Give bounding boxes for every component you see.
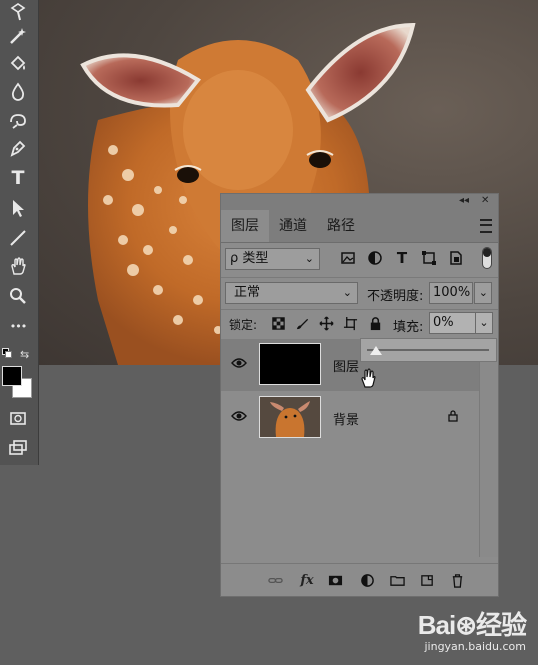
- adjustment-layer-icon[interactable]: [359, 572, 375, 588]
- filter-label: ρ 类型: [230, 251, 269, 266]
- pointer-hand-icon: [361, 368, 376, 388]
- swap-colors-icon[interactable]: ⇆: [20, 348, 29, 361]
- smart-object-filter-icon[interactable]: [447, 249, 465, 267]
- watermark-url: jingyan.baidu.com: [424, 640, 526, 653]
- layer-filter-select[interactable]: ρ 类型 ⌄: [225, 248, 320, 270]
- fill-label: 填充:: [393, 320, 424, 335]
- layers-scrollbar[interactable]: [479, 339, 498, 557]
- line-icon[interactable]: [6, 226, 30, 250]
- layer-name[interactable]: 图层: [333, 356, 359, 375]
- type-icon[interactable]: T: [6, 166, 30, 190]
- layers-panel: ◂◂ ✕ 图层 通道 路径 ρ 类型 ⌄ T 正常 ⌄ 不透明度: 100% ⌄…: [220, 193, 499, 597]
- layer-thumbnail: [259, 343, 321, 385]
- screen-mode-icon[interactable]: [6, 436, 30, 460]
- watermark-brand: Bai⊛经验: [417, 610, 527, 640]
- new-layer-icon[interactable]: [419, 572, 435, 588]
- chevron-down-icon: ⌄: [478, 286, 488, 299]
- new-group-icon[interactable]: [389, 572, 405, 588]
- opacity-dropdown[interactable]: ⌄: [474, 282, 492, 304]
- path-selection-icon[interactable]: [6, 196, 30, 220]
- pen-icon[interactable]: [6, 136, 30, 160]
- chevron-down-icon: ⌄: [342, 286, 352, 299]
- visibility-eye-icon[interactable]: [231, 410, 247, 422]
- fill-slider-knob[interactable]: [370, 346, 382, 355]
- fill-dropdown[interactable]: ⌄: [475, 312, 493, 334]
- fill-slider-track[interactable]: [367, 349, 489, 351]
- tab-layers[interactable]: 图层: [221, 210, 269, 242]
- link-layers-icon[interactable]: [267, 572, 283, 588]
- quick-mask-icon[interactable]: [6, 406, 30, 430]
- panel-tabs: 图层 通道 路径: [221, 210, 498, 243]
- lock-artboard-icon[interactable]: [342, 315, 358, 331]
- fill-slider-popup[interactable]: [360, 338, 497, 362]
- type-filter-icon[interactable]: T: [393, 249, 411, 267]
- tab-paths[interactable]: 路径: [317, 210, 365, 242]
- delete-layer-icon[interactable]: [449, 572, 465, 588]
- sponge-icon[interactable]: [6, 108, 30, 132]
- close-panel-icon[interactable]: ✕: [481, 195, 489, 206]
- chevron-down-icon: ⌄: [479, 316, 489, 329]
- chevron-down-icon: ⌄: [304, 252, 314, 265]
- lock-all-icon[interactable]: [367, 315, 383, 331]
- visibility-eye-icon[interactable]: [231, 357, 247, 369]
- shape-filter-icon[interactable]: [420, 249, 438, 267]
- image-filter-icon[interactable]: [339, 249, 357, 267]
- foreground-color-swatch[interactable]: [2, 366, 22, 386]
- lock-image-pixels-icon[interactable]: [294, 315, 310, 331]
- add-mask-icon[interactable]: [327, 572, 343, 588]
- blur-icon[interactable]: [6, 80, 30, 104]
- rectangle-marquee-icon[interactable]: [6, 0, 30, 24]
- blend-mode-value: 正常: [234, 285, 261, 300]
- fill-input[interactable]: 0%: [429, 312, 477, 334]
- layer-name[interactable]: 背景: [333, 409, 359, 428]
- more-icon[interactable]: •••: [6, 314, 30, 338]
- fx-icon[interactable]: fx: [299, 572, 315, 588]
- lock-label: 锁定:: [229, 318, 258, 332]
- opacity-label: 不透明度:: [367, 289, 424, 304]
- collapse-panel-icon[interactable]: ◂◂: [459, 195, 469, 206]
- lock-transparent-pixels-icon[interactable]: [270, 315, 286, 331]
- magic-wand-icon[interactable]: [6, 24, 30, 48]
- layer-thumbnail: [259, 396, 321, 438]
- baidu-watermark: Bai⊛经验 jingyan.baidu.com: [417, 605, 527, 653]
- adjustment-filter-icon[interactable]: [366, 249, 384, 267]
- lock-icon: [448, 410, 458, 422]
- zoom-icon[interactable]: [6, 284, 30, 308]
- default-colors-icon[interactable]: [2, 348, 12, 358]
- filter-toggle[interactable]: [482, 247, 492, 269]
- blend-row: 正常 ⌄ 不透明度: 100% ⌄: [221, 277, 498, 308]
- opacity-input[interactable]: 100%: [429, 282, 473, 304]
- paint-bucket-icon[interactable]: [6, 52, 30, 76]
- tools-panel: T ••• ⇆: [0, 0, 39, 465]
- layers-bottom-toolbar: fx: [221, 563, 498, 596]
- tab-channels[interactable]: 通道: [269, 210, 317, 242]
- panel-menu-icon[interactable]: [480, 219, 492, 233]
- lock-row: 锁定: 填充: 0% ⌄: [221, 309, 498, 338]
- filter-row: ρ 类型 ⌄ T: [221, 243, 498, 275]
- layer-row[interactable]: 背景: [221, 392, 479, 444]
- lock-position-icon[interactable]: [318, 315, 334, 331]
- panel-titlebar: ◂◂ ✕: [221, 194, 498, 210]
- blend-mode-select[interactable]: 正常 ⌄: [225, 282, 358, 304]
- hand-icon[interactable]: [6, 254, 30, 278]
